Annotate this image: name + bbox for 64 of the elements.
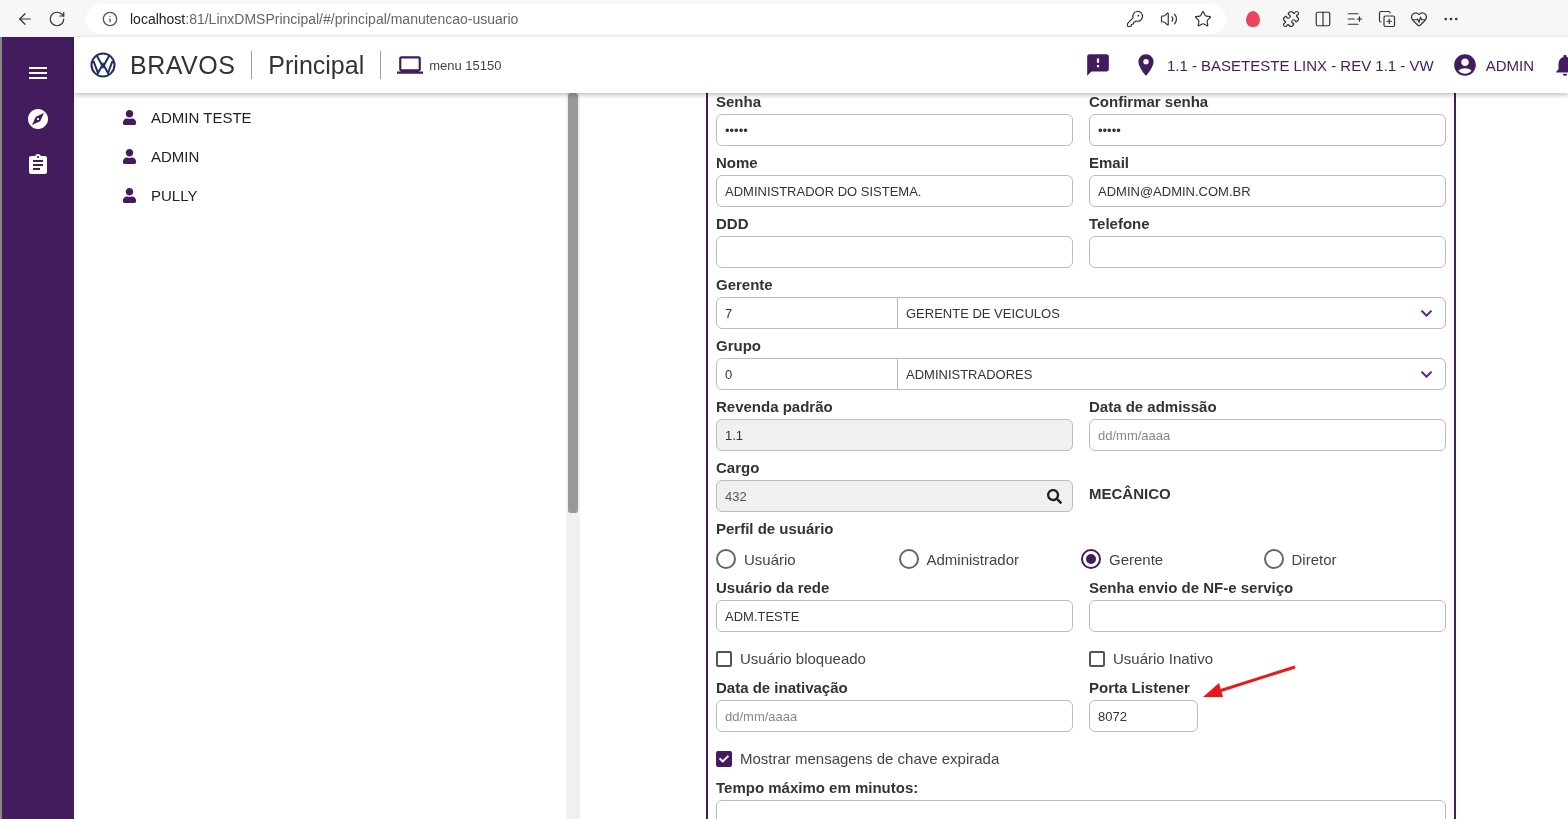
url-text: localhost:81/LinxDMSPrincipal/#/principal/manutencao-usuario: [130, 10, 520, 27]
field-label: Grupo: [716, 337, 762, 354]
address-bar[interactable]: localhost:81/LinxDMSPrincipal/#/principal/manutencao-usuario: [86, 3, 1226, 34]
field-label: DDD: [716, 215, 750, 232]
field-label: Tempo máximo em minutos:: [716, 779, 920, 796]
input-field[interactable]: •••••: [716, 114, 1073, 146]
input-field[interactable]: ADMINISTRADOR DO SISTEMA.: [716, 175, 1073, 207]
field-label: Telefone: [1089, 215, 1151, 232]
scrollbar-thumb[interactable]: [568, 93, 578, 513]
radio-button[interactable]: [716, 549, 736, 569]
field-label: Gerente: [716, 276, 774, 293]
brand-name: BRAVOS: [130, 50, 236, 80]
field-label: Nome: [716, 154, 759, 171]
field-label: Data de admissão: [1089, 398, 1218, 415]
checkbox[interactable]: [1089, 650, 1105, 667]
input-field[interactable]: [1089, 600, 1446, 632]
input-field[interactable]: •••••: [1089, 114, 1446, 146]
user-list-item[interactable]: ADMIN TESTE: [151, 109, 252, 126]
user-list-item[interactable]: ADMIN: [151, 148, 200, 165]
input-field[interactable]: dd/mm/aaaa: [1089, 419, 1446, 451]
user-icon: [122, 188, 137, 203]
radio-label[interactable]: Gerente: [1109, 550, 1164, 568]
module-title: Principal: [268, 50, 365, 80]
user-list-item[interactable]: PULLY: [151, 187, 198, 204]
input-field[interactable]: ADMIN@ADMIN.COM.BR: [1089, 175, 1446, 207]
field-label: Confirmar senha: [1089, 93, 1210, 110]
job-title-text: MECÂNICO: [1089, 485, 1172, 502]
checkbox[interactable]: [716, 750, 732, 767]
input-field[interactable]: ADM.TESTE: [716, 600, 1073, 632]
field-label: Usuário da rede: [716, 579, 831, 596]
field-label: Senha: [716, 93, 762, 110]
feedback-icon[interactable]: [1084, 52, 1111, 78]
field-label: Porta Listener: [1089, 679, 1191, 696]
field-label: Email: [1089, 154, 1131, 171]
checkmark-icon: [719, 753, 729, 764]
menu-code: menu 15150: [429, 57, 502, 73]
input-field[interactable]: [1089, 236, 1446, 268]
user-icon: [122, 149, 137, 164]
checkbox-label[interactable]: Usuário Inativo: [1113, 650, 1214, 667]
checkbox-label[interactable]: Usuário bloqueado: [740, 650, 866, 667]
checkbox[interactable]: [716, 650, 732, 667]
input-field[interactable]: 8072: [1089, 700, 1198, 732]
checkbox-label[interactable]: Mostrar mensagens de chave expirada: [740, 750, 1000, 767]
compass-icon[interactable]: [26, 107, 50, 131]
clipboard-icon[interactable]: [26, 153, 50, 177]
user-avatar-icon[interactable]: [1451, 52, 1478, 78]
radio-label[interactable]: Diretor: [1291, 550, 1337, 568]
user-name[interactable]: ADMIN: [1485, 56, 1534, 74]
field-label: Data de inativação: [716, 679, 849, 696]
radio-button[interactable]: [1263, 549, 1284, 569]
radio-button[interactable]: [898, 549, 919, 569]
field-label: Senha envio de NF-e serviço: [1089, 579, 1295, 596]
radio-label[interactable]: Administrador: [926, 550, 1020, 568]
field-label: Perfil de usuário: [716, 520, 835, 537]
input-field[interactable]: dd/mm/aaaa: [716, 700, 1073, 732]
input-field[interactable]: [716, 236, 1073, 268]
location-text[interactable]: 1.1 - BASETESTE LINX - REV 1.1 - VW: [1166, 56, 1434, 74]
field-label: Revenda padrão: [716, 398, 834, 415]
radio-label[interactable]: Usuário: [744, 550, 796, 568]
logo-icon: [90, 52, 116, 78]
radio-button[interactable]: [1081, 549, 1101, 569]
user-icon: [122, 110, 137, 125]
field-label: Cargo: [716, 459, 761, 476]
info-icon[interactable]: [102, 10, 118, 27]
